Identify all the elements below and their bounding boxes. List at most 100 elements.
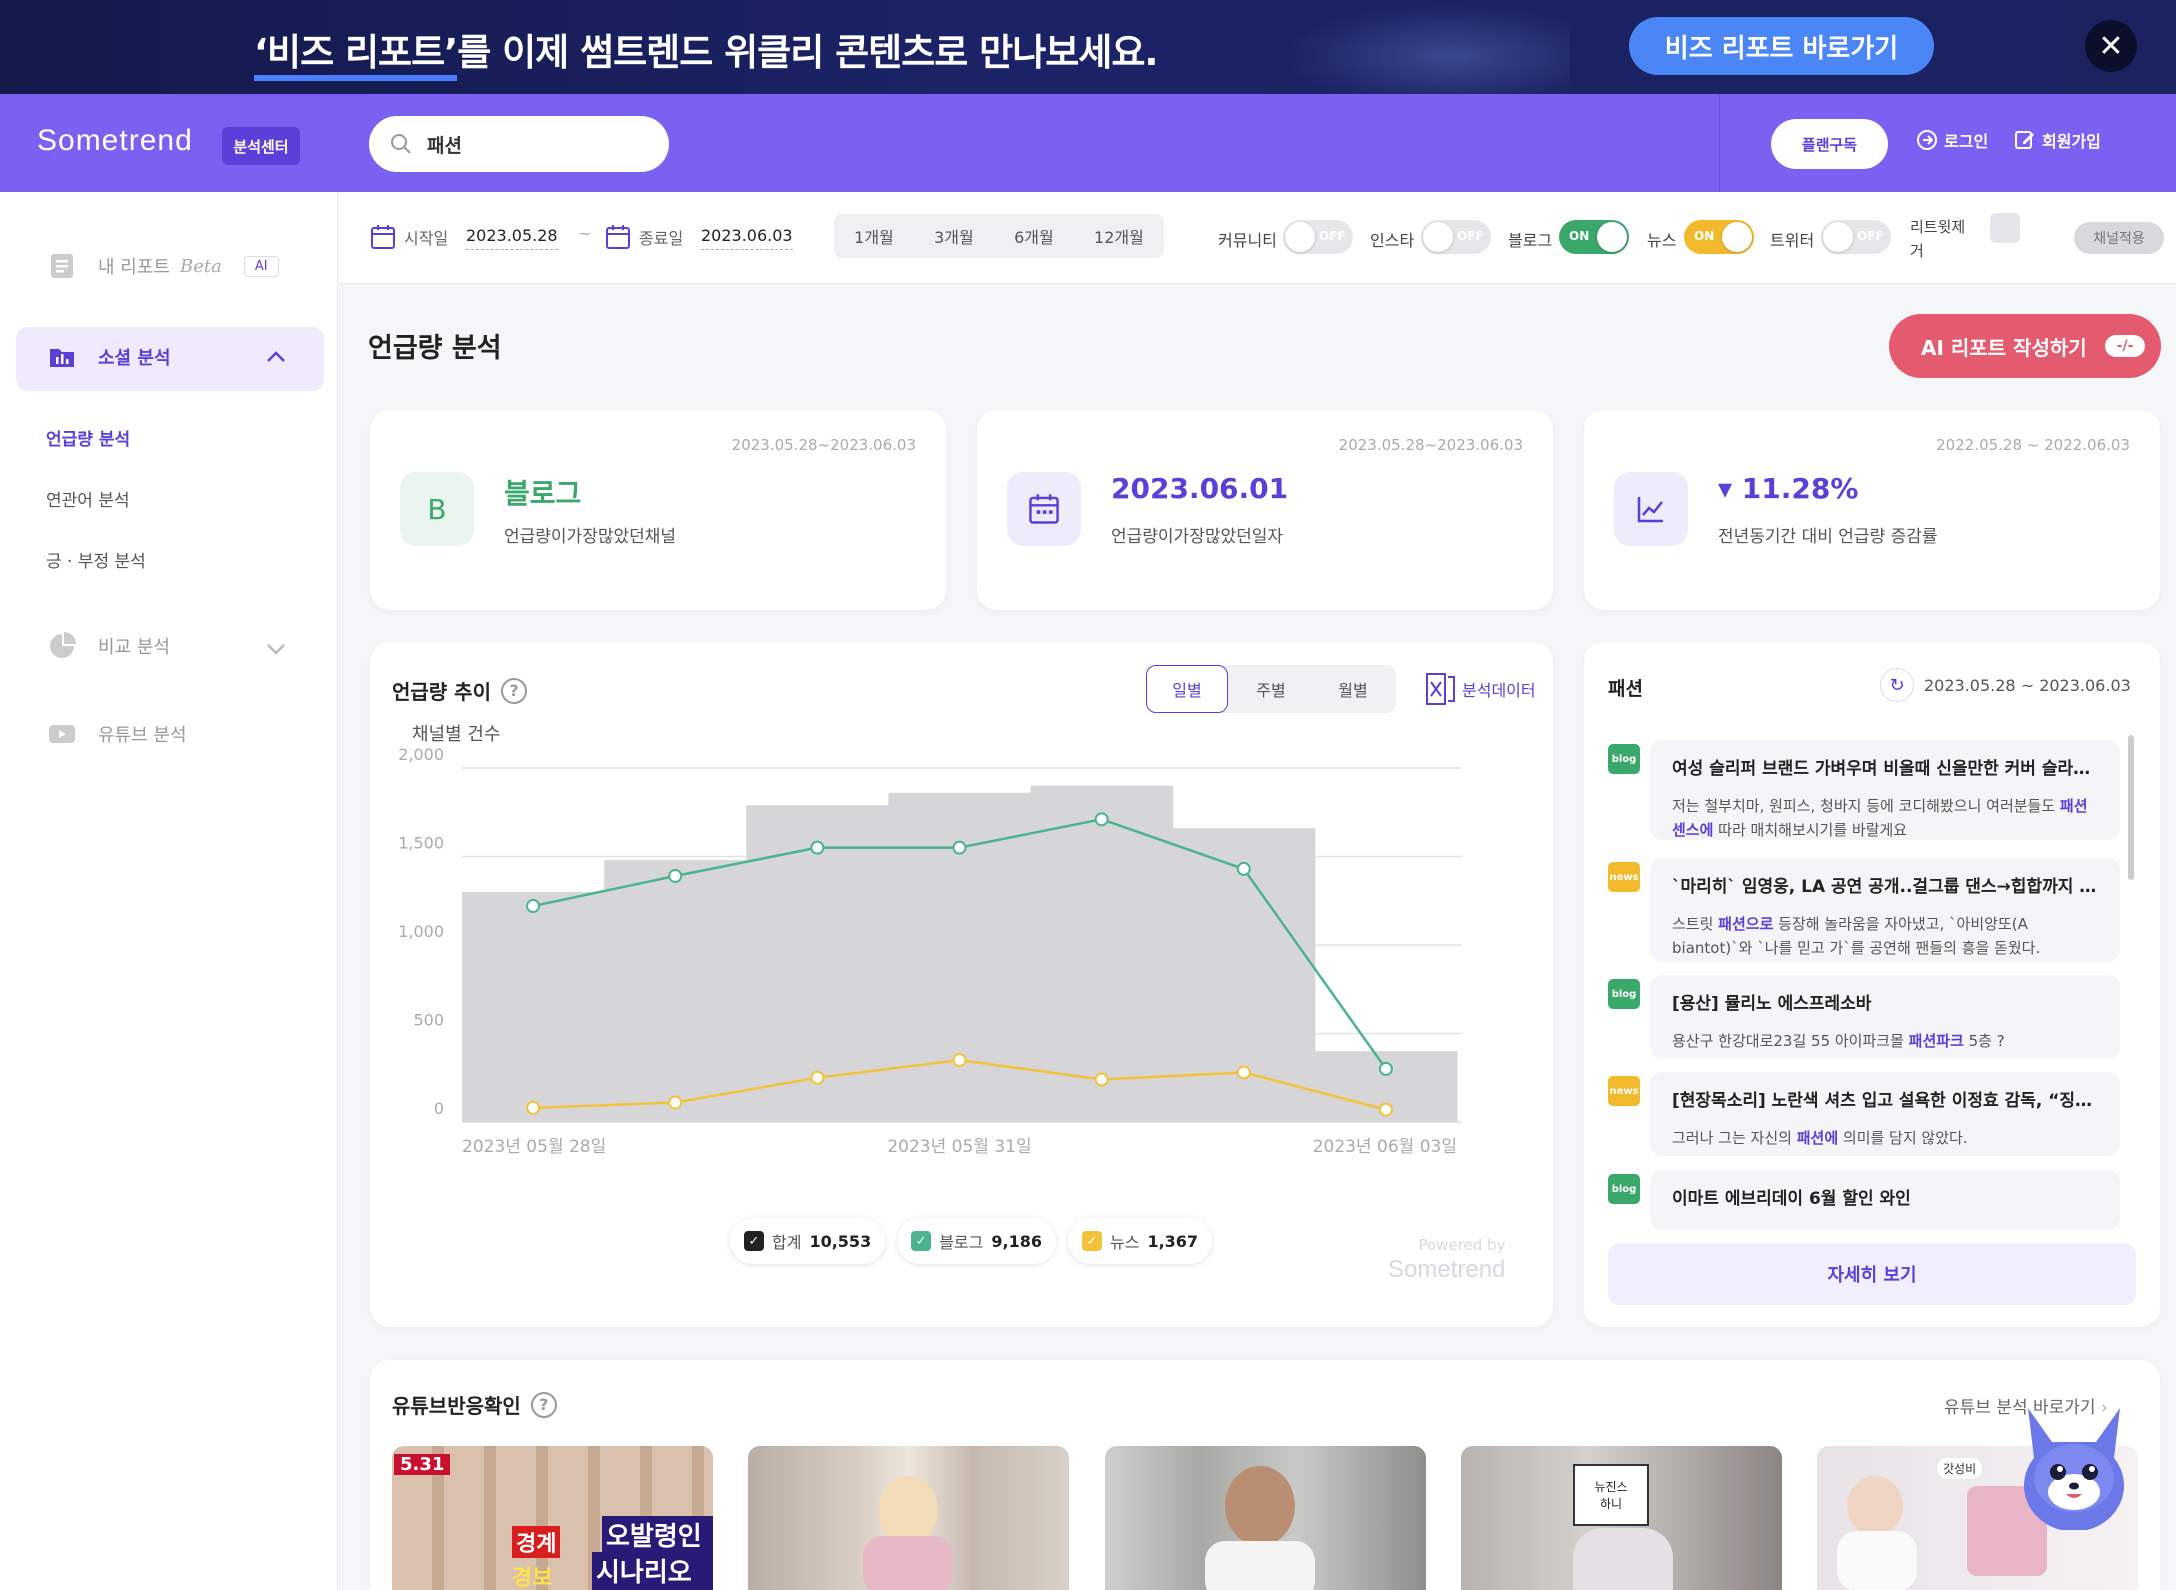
- help-icon[interactable]: ?: [530, 1391, 557, 1418]
- channel-twitter-toggle[interactable]: OFF: [1821, 220, 1891, 254]
- youtube-thumbnail-1[interactable]: 5.31 경계 오발령인가 시나리오인가 경보: [392, 1446, 713, 1590]
- plan-subscribe-button[interactable]: 플랜구독: [1771, 119, 1888, 169]
- channel-insta-label: 인스타: [1370, 231, 1415, 250]
- retweet-exclude-checkbox[interactable]: [1990, 213, 2020, 243]
- news-item-title: 여성 슬리퍼 브랜드 가벼우며 비올때 신을만한 커버 슬라이드: [1672, 759, 2100, 779]
- sidebar-item-compare[interactable]: 비교 분석: [48, 632, 170, 660]
- chevron-up-icon[interactable]: [265, 350, 287, 364]
- signup-link[interactable]: 회원가입: [2014, 128, 2101, 152]
- period-3m[interactable]: 3개월: [934, 224, 974, 248]
- blog-source-icon: blog: [1608, 1174, 1640, 1204]
- kpi-value: 블로그: [504, 477, 582, 510]
- news-date-wrap: ↻ 2023.05.28 ~ 2023.06.03: [1880, 668, 2131, 702]
- channel-blog-label: 블로그: [1508, 231, 1553, 250]
- news-item-body: 용산구 한강대로23길 55 아이파크몰 패션파크 5층 ?: [1672, 1029, 2096, 1053]
- news-body-text: 따라 매치해보시기를 바랄게요: [1713, 821, 1908, 839]
- news-list-item[interactable]: `마리히` 임영웅, LA 공연 공개..걸그룹 댄스→힙합까지 소화 스트릿 패…: [1650, 858, 2120, 962]
- bar-total: [462, 891, 605, 1122]
- start-label: 시작일: [404, 229, 449, 248]
- point-blog: [810, 840, 825, 855]
- news-list-item[interactable]: [현장목소리] 노란색 셔츠 입고 설욕한 이정효 감독, “징크스” 그러나 그…: [1650, 1072, 2120, 1156]
- youtube-thumbnail-2[interactable]: [748, 1446, 1069, 1590]
- x-tick-label: 2023년 05월 31일: [887, 1137, 1031, 1157]
- channel-news-toggle[interactable]: ON: [1684, 220, 1754, 254]
- news-keyword-highlight: 패션에: [1796, 1129, 1839, 1147]
- news-list-item[interactable]: 이마트 에브리데이 6월 할인 와인: [1650, 1170, 2120, 1230]
- export-data-button[interactable]: 분석데이터: [1426, 673, 1536, 705]
- news-body-text: 스트릿: [1672, 915, 1719, 933]
- period-6m[interactable]: 6개월: [1014, 224, 1054, 248]
- apply-channel-button[interactable]: 채널적용: [2074, 222, 2164, 254]
- legend-news[interactable]: ✓ 뉴스 1,367: [1067, 1218, 1213, 1264]
- close-banner-icon[interactable]: ✕: [2085, 20, 2137, 72]
- powered-by: Powered by Sometrend: [1388, 1236, 1506, 1283]
- search-input[interactable]: [427, 133, 627, 155]
- tab-daily[interactable]: 일별: [1146, 665, 1228, 713]
- calendar-icon: [606, 225, 630, 249]
- end-date-field[interactable]: 2023.06.03: [701, 226, 793, 250]
- login-link[interactable]: 로그인: [1916, 128, 1988, 152]
- retweet-label-1: 리트윗제: [1910, 218, 1966, 236]
- news-keyword-highlight: 패션파크: [1908, 1032, 1964, 1050]
- legend-total[interactable]: ✓ 합계 10,553: [730, 1218, 886, 1264]
- tab-monthly[interactable]: 월별: [1312, 665, 1394, 713]
- page-title: 언급량 분석: [368, 333, 502, 364]
- channel-community-toggle[interactable]: OFF: [1283, 220, 1353, 254]
- sidebar-item-my-report[interactable]: 내 리포트 Beta AI: [48, 252, 279, 280]
- chevron-down-icon[interactable]: [265, 642, 287, 656]
- youtube-title: 유튜브반응확인: [392, 1394, 521, 1418]
- news-keyword-title: 패션: [1608, 678, 1643, 700]
- blog-letter-icon: B: [400, 472, 474, 546]
- kpi-date: 2023.05.28~2023.06.03: [731, 436, 916, 454]
- sometrend-logo[interactable]: Sometrend: [37, 124, 193, 158]
- search-box[interactable]: [369, 116, 669, 172]
- tab-weekly[interactable]: 주별: [1230, 665, 1312, 713]
- start-date-field[interactable]: 2023.05.28: [466, 226, 558, 250]
- point-news: [952, 1053, 967, 1068]
- channel-insta-toggle[interactable]: OFF: [1421, 220, 1491, 254]
- ai-report-button[interactable]: AI 리포트 작성하기 -/-: [1889, 314, 2161, 378]
- calendar-icon: [1007, 472, 1081, 546]
- biz-report-button[interactable]: 비즈 리포트 바로가기: [1629, 17, 1934, 75]
- period-1m[interactable]: 1개월: [854, 224, 894, 248]
- news-date: 2023.05.28 ~ 2023.06.03: [1924, 675, 2131, 695]
- header-divider: [1719, 94, 1720, 192]
- sidebar-sub-mention[interactable]: 언급량 분석: [46, 425, 130, 450]
- sidebar-sub-related[interactable]: 연관어 분석: [46, 486, 130, 511]
- kpi-card-yoy: 2022.05.28 ~ 2022.06.03 ▾ 11.28% 전년동기간 대…: [1584, 410, 2160, 610]
- youtube-thumbnail-4[interactable]: 뉴진스 하니: [1461, 1446, 1782, 1590]
- signup-label: 회원가입: [2042, 132, 2101, 151]
- refresh-icon[interactable]: ↻: [1880, 668, 1914, 702]
- news-source-icon: news: [1608, 862, 1640, 892]
- news-scrollbar[interactable]: [2128, 735, 2134, 880]
- help-icon[interactable]: ?: [500, 677, 527, 704]
- news-item-body: 그러나 그는 자신의 패션에 의미를 담지 않았다.: [1672, 1126, 2096, 1150]
- sidebar-sub-sentiment[interactable]: 긍 · 부정 분석: [46, 547, 146, 572]
- kpi-sub: 언급량이가장많았던채널: [504, 527, 677, 547]
- news-item-title: `마리히` 임영웅, LA 공연 공개..걸그룹 댄스→힙합까지 소화: [1672, 877, 2100, 897]
- news-list-item[interactable]: 여성 슬리퍼 브랜드 가벼우며 비올때 신을만한 커버 슬라이드 저는 철부치마,…: [1650, 740, 2120, 840]
- sidebar-social-label-wrap: 소셜 분석: [48, 343, 171, 371]
- compare-label: 비교 분석: [98, 637, 170, 658]
- trend-icon: [1614, 472, 1688, 546]
- period-12m[interactable]: 12개월: [1094, 224, 1144, 248]
- point-blog: [1378, 1061, 1393, 1076]
- youtube-thumbnail-3[interactable]: [1105, 1446, 1426, 1590]
- beta-label: Beta: [179, 255, 222, 277]
- mascot-chatbot-icon[interactable]: [2014, 1400, 2134, 1530]
- legend-blog[interactable]: ✓ 블로그 9,186: [897, 1218, 1056, 1264]
- y-tick-label: 0: [434, 1099, 444, 1118]
- kpi-card-channel: 2023.05.28~2023.06.03 B 블로그 언급량이가장많았던채널: [370, 410, 946, 610]
- view-more-button[interactable]: 자세히 보기: [1608, 1243, 2136, 1305]
- news-list-item[interactable]: [용산] 뮬리노 에스프레소바 용산구 한강대로23길 55 아이파크몰 패션파크…: [1650, 975, 2120, 1059]
- kpi-sub: 언급량이가장많았던일자: [1111, 527, 1284, 547]
- my-report-label: 내 리포트: [98, 257, 170, 278]
- start-date-label-wrap: 시작일: [370, 224, 448, 250]
- point-news: [668, 1095, 683, 1110]
- sidebar-item-youtube[interactable]: 유튜브 분석: [48, 720, 187, 748]
- point-blog: [668, 868, 683, 883]
- y-tick-label: 500: [413, 1011, 444, 1030]
- mention-trend-chart: 채널별 건수 0 500 1,000 1,500 2,000 2023년 05월 28일 20…: [398, 724, 1462, 1157]
- pie-icon: [50, 632, 76, 658]
- channel-blog-toggle[interactable]: ON: [1559, 220, 1629, 254]
